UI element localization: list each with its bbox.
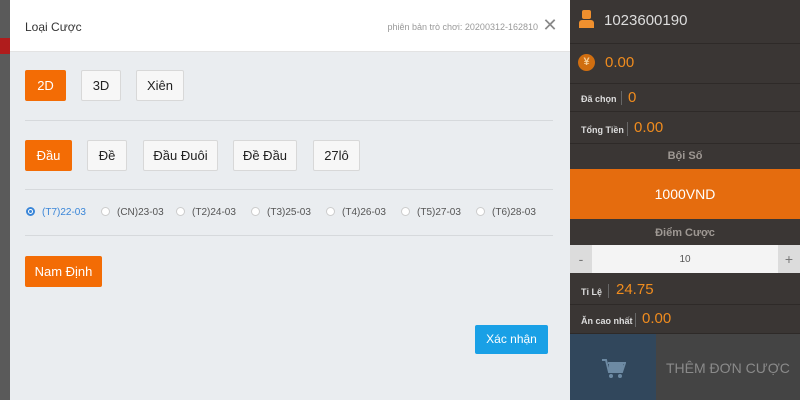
bet-slip-panel: 1023600190 ¥ 0.00 Đã chọn 0 Tổng Tiền 0.…	[570, 0, 800, 400]
yen-icon: ¥	[578, 54, 595, 71]
date-option[interactable]: (T5)27-03	[401, 207, 461, 218]
separator	[635, 313, 636, 327]
selected-value: 0	[628, 89, 637, 106]
divider	[25, 235, 553, 236]
version-text: phiên bản trò chơi: 20200312-162810	[387, 22, 538, 32]
max-win-label: Ăn cao nhất	[581, 316, 633, 326]
date-label: (T2)24-03	[192, 207, 236, 218]
radio[interactable]	[326, 207, 335, 216]
date-option[interactable]: (T4)26-03	[326, 207, 386, 218]
date-option[interactable]: (T6)28-03	[476, 207, 536, 218]
max-win-value: 0.00	[642, 310, 672, 327]
points-input[interactable]	[592, 245, 778, 273]
date-option[interactable]: (T2)24-03	[176, 207, 236, 218]
add-bet-button[interactable]: THÊM ĐƠN CƯỢC	[666, 360, 790, 376]
username: 1023600190	[604, 12, 688, 29]
cart-icon	[602, 359, 626, 378]
add-bet-area: THÊM ĐƠN CƯỢC	[570, 334, 800, 400]
date-option[interactable]: (T3)25-03	[251, 207, 311, 218]
tab-3d[interactable]: 3D	[81, 70, 121, 101]
points-title: Điểm Cược	[655, 227, 715, 239]
minus-button[interactable]: -	[570, 245, 592, 273]
background-accent	[0, 38, 10, 54]
bet-type-dau-duoi[interactable]: Đầu Đuôi	[143, 140, 218, 171]
tab-xien[interactable]: Xiên	[136, 70, 184, 101]
radio[interactable]	[176, 207, 185, 216]
tab-2d[interactable]: 2D	[25, 70, 66, 101]
divider	[25, 189, 553, 190]
radio[interactable]	[251, 207, 260, 216]
date-option[interactable]: (CN)23-03	[101, 207, 164, 218]
modal-title: Loại Cược	[25, 20, 82, 34]
confirm-button[interactable]: Xác nhận	[475, 325, 548, 354]
radio-checked[interactable]	[26, 207, 35, 216]
date-option[interactable]: (T7)22-03	[26, 207, 86, 218]
region-button[interactable]: Nam Định	[25, 256, 102, 287]
date-label: (T4)26-03	[342, 207, 386, 218]
user-row: 1023600190	[570, 0, 800, 44]
selected-label: Đã chọn	[581, 94, 617, 104]
rate-value: 24.75	[616, 281, 654, 298]
total-label: Tổng Tiền	[581, 125, 624, 135]
balance-row: ¥ 0.00	[570, 44, 800, 84]
date-label: (T7)22-03	[42, 207, 86, 218]
rate-row: Tỉ Lệ 24.75	[570, 273, 800, 305]
bet-type-de-dau[interactable]: Đề Đầu	[233, 140, 297, 171]
separator	[627, 122, 628, 136]
separator	[621, 91, 622, 105]
bet-type-modal: Loại Cược phiên bản trò chơi: 20200312-1…	[10, 0, 570, 400]
rate-label: Tỉ Lệ	[581, 287, 603, 297]
close-icon[interactable]: ✕	[542, 16, 558, 34]
total-value: 0.00	[634, 119, 664, 136]
date-label: (T6)28-03	[492, 207, 536, 218]
separator	[608, 284, 609, 298]
plus-button[interactable]: +	[778, 245, 800, 273]
divider	[25, 120, 553, 121]
radio[interactable]	[401, 207, 410, 216]
modal-header: Loại Cược phiên bản trò chơi: 20200312-1…	[10, 0, 570, 52]
points-stepper: - +	[570, 245, 800, 273]
date-label: (T5)27-03	[417, 207, 461, 218]
date-label: (CN)23-03	[117, 207, 164, 218]
total-row: Tổng Tiền 0.00	[570, 112, 800, 144]
radio[interactable]	[101, 207, 110, 216]
bet-type-de[interactable]: Đề	[87, 140, 127, 171]
cart-button[interactable]	[570, 334, 656, 400]
background-page	[0, 0, 10, 400]
user-icon	[579, 10, 594, 28]
multiplier-title: Bội Số	[667, 150, 703, 162]
selected-row: Đã chọn 0	[570, 84, 800, 112]
radio[interactable]	[476, 207, 485, 216]
date-label: (T3)25-03	[267, 207, 311, 218]
bet-type-dau[interactable]: Đầu	[25, 140, 72, 171]
max-win-row: Ăn cao nhất 0.00	[570, 305, 800, 334]
bet-type-27lo[interactable]: 27lô	[313, 140, 360, 171]
multiplier-button[interactable]: 1000VND	[570, 169, 800, 219]
balance-value: 0.00	[605, 54, 635, 71]
